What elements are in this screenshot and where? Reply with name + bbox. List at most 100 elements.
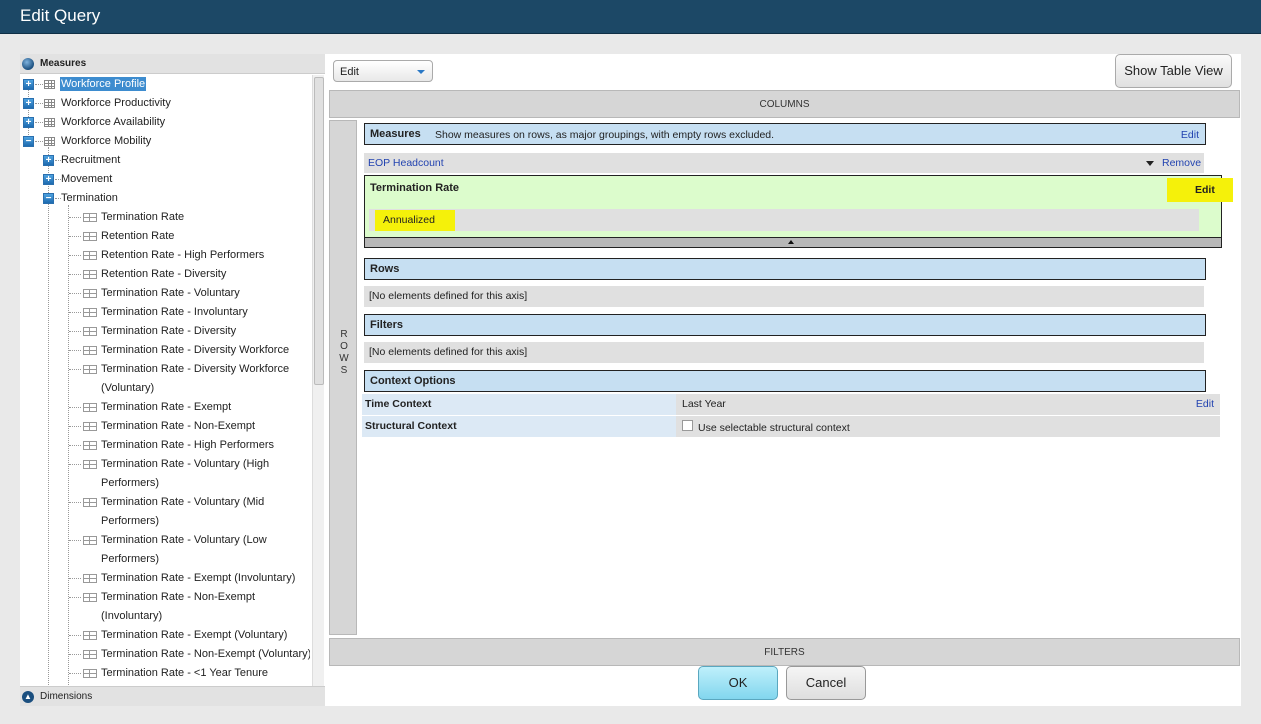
filters-section-header: Filters: [364, 314, 1206, 336]
tree-item-label[interactable]: Workforce Productivity: [61, 94, 171, 113]
tree-item-workforce-mobility[interactable]: − Workforce Mobility: [20, 132, 310, 151]
expand-icon[interactable]: +: [23, 117, 34, 128]
tree-item-label[interactable]: Performers): [101, 550, 159, 569]
structural-context-checkbox[interactable]: [682, 420, 693, 431]
tree-item-measure[interactable]: Retention Rate - Diversity: [20, 265, 310, 284]
tree-item-label[interactable]: Workforce Mobility: [61, 132, 151, 151]
tree-item-label[interactable]: Termination Rate: [101, 208, 184, 227]
tree-item-measure[interactable]: Termination Rate - Voluntary (Low: [20, 531, 310, 550]
mode-select-value: Edit: [340, 66, 359, 78]
tree-item-measure[interactable]: Termination Rate - Non-Exempt (Voluntary…: [20, 645, 310, 664]
mode-select[interactable]: Edit: [333, 60, 433, 82]
time-context-edit-link[interactable]: Edit: [1196, 398, 1214, 410]
structural-context-checkbox-label[interactable]: Use selectable structural context: [698, 422, 850, 434]
termination-rate-edit-link[interactable]: Edit: [1167, 178, 1233, 202]
tree-item-workforce-profile[interactable]: + Workforce Profile: [20, 75, 310, 94]
collapse-icon[interactable]: −: [43, 193, 54, 204]
tree-item-label[interactable]: Termination Rate - Non-Exempt: [101, 588, 255, 607]
tree-item-label[interactable]: (Involuntary): [101, 607, 162, 626]
tree-item-measure[interactable]: Termination Rate - Exempt (Involuntary): [20, 569, 310, 588]
ok-button[interactable]: OK: [698, 666, 778, 700]
filters-axis-bar[interactable]: FILTERS: [329, 638, 1240, 666]
tree-scrollbar[interactable]: [312, 75, 324, 686]
scrollbar-thumb[interactable]: [314, 77, 324, 385]
tree-item-label[interactable]: Retention Rate - High Performers: [101, 246, 264, 265]
tree-item-measure[interactable]: Termination Rate - Diversity Workforce: [20, 341, 310, 360]
tree-item-measure[interactable]: Retention Rate: [20, 227, 310, 246]
tree-item-label[interactable]: Termination Rate - Diversity Workforce: [101, 360, 289, 379]
tree-item-label[interactable]: Performers): [101, 512, 159, 531]
dimensions-header-label: Dimensions: [40, 691, 93, 702]
tree-item-movement[interactable]: + Movement: [20, 170, 310, 189]
tree-item-measure[interactable]: Termination Rate - Non-Exempt: [20, 417, 310, 436]
tree-item-measure[interactable]: Performers): [20, 550, 310, 569]
tree-item-label[interactable]: Workforce Availability: [61, 113, 165, 132]
tree-item-label[interactable]: Recruitment: [61, 151, 120, 170]
tree-item-measure[interactable]: Termination Rate: [20, 208, 310, 227]
tree-item-measure[interactable]: Performers): [20, 512, 310, 531]
tree-item-label[interactable]: Termination Rate - Diversity Workforce: [101, 341, 289, 360]
tree-item-workforce-availability[interactable]: + Workforce Availability: [20, 113, 310, 132]
tree-item-label[interactable]: Termination Rate - Voluntary (High: [101, 455, 269, 474]
tree-item-termination[interactable]: − Termination: [20, 189, 310, 208]
tree-item-label[interactable]: (Voluntary): [101, 379, 154, 398]
eop-headcount-link[interactable]: EOP Headcount: [368, 157, 444, 169]
expand-icon[interactable]: +: [23, 79, 34, 90]
expand-icon[interactable]: +: [43, 174, 54, 185]
dimensions-header[interactable]: ▲ Dimensions: [20, 686, 325, 706]
tree-item-measure[interactable]: Termination Rate - Exempt (Voluntary): [20, 626, 310, 645]
tree-item-label[interactable]: Termination Rate - Exempt (Involuntary): [101, 569, 295, 588]
table-icon: [83, 593, 97, 602]
tree-item-measure[interactable]: Termination Rate - High Performers: [20, 436, 310, 455]
tree-item-measure[interactable]: Termination Rate - Voluntary (High: [20, 455, 310, 474]
dropdown-arrow-icon[interactable]: [1146, 161, 1154, 166]
table-icon: [83, 308, 97, 317]
tree-item-measure[interactable]: Termination Rate - Diversity: [20, 322, 310, 341]
tree-item-label[interactable]: Termination Rate - Voluntary: [101, 284, 240, 303]
tree-item-label[interactable]: Termination Rate - Exempt (Voluntary): [101, 626, 287, 645]
tree-item-label[interactable]: Retention Rate - Diversity: [101, 265, 226, 284]
tree-item-measure[interactable]: Termination Rate - Exempt: [20, 398, 310, 417]
table-icon: [83, 574, 97, 583]
tree-item-measure[interactable]: Termination Rate - Voluntary (Mid: [20, 493, 310, 512]
annualized-option[interactable]: Annualized: [375, 210, 455, 231]
tree-item-measure[interactable]: Retention Rate - High Performers: [20, 246, 310, 265]
filters-section-title: Filters: [370, 319, 404, 331]
tree-item-label[interactable]: Termination Rate - Non-Exempt: [101, 417, 255, 436]
tree-item-label[interactable]: Termination Rate - <1 Year Tenure: [101, 664, 268, 683]
expand-icon[interactable]: +: [43, 155, 54, 166]
tree-item-measure[interactable]: Termination Rate - Non-Exempt: [20, 588, 310, 607]
tree-item-label[interactable]: Termination: [61, 189, 118, 208]
tree-item-measure[interactable]: Termination Rate - Voluntary: [20, 284, 310, 303]
rows-axis-bar[interactable]: R O W S: [329, 120, 357, 635]
show-table-view-button[interactable]: Show Table View: [1115, 54, 1232, 88]
tree-item-measure[interactable]: Termination Rate - Involuntary: [20, 303, 310, 322]
tree-item-label[interactable]: Movement: [61, 170, 112, 189]
collapse-icon[interactable]: −: [23, 136, 34, 147]
tree-item-workforce-productivity[interactable]: + Workforce Productivity: [20, 94, 310, 113]
collapse-bar[interactable]: [365, 237, 1221, 247]
tree-item-label[interactable]: Termination Rate - Voluntary (Mid: [101, 493, 264, 512]
tree-item-label[interactable]: Termination Rate - High Performers: [101, 436, 274, 455]
tree-item-label[interactable]: Termination Rate - Voluntary (Low: [101, 531, 267, 550]
remove-link[interactable]: Remove: [1162, 157, 1201, 169]
columns-axis-bar[interactable]: COLUMNS: [329, 90, 1240, 118]
tree-item-label[interactable]: Retention Rate: [101, 227, 174, 246]
tree-item-measure[interactable]: Termination Rate - Diversity Workforce: [20, 360, 310, 379]
tree-item-label[interactable]: Workforce Profile: [60, 77, 147, 91]
tree-item-label[interactable]: Termination Rate - Exempt: [101, 398, 231, 417]
measures-header[interactable]: Measures: [20, 54, 325, 74]
tree-item-label[interactable]: Termination Rate - Involuntary: [101, 303, 248, 322]
tree-item-measure[interactable]: (Voluntary): [20, 379, 310, 398]
cancel-button[interactable]: Cancel: [786, 666, 866, 700]
tree-item-label[interactable]: Performers): [101, 474, 159, 493]
tree-item-recruitment[interactable]: + Recruitment: [20, 151, 310, 170]
tree-item-label[interactable]: Termination Rate - Non-Exempt (Voluntary…: [101, 645, 310, 664]
measures-edit-link[interactable]: Edit: [1181, 129, 1199, 141]
time-context-label: Time Context: [362, 394, 676, 415]
tree-item-measure[interactable]: Termination Rate - <1 Year Tenure: [20, 664, 310, 683]
tree-item-label[interactable]: Termination Rate - Diversity: [101, 322, 236, 341]
expand-icon[interactable]: +: [23, 98, 34, 109]
tree-item-measure[interactable]: Performers): [20, 474, 310, 493]
tree-item-measure[interactable]: (Involuntary): [20, 607, 310, 626]
